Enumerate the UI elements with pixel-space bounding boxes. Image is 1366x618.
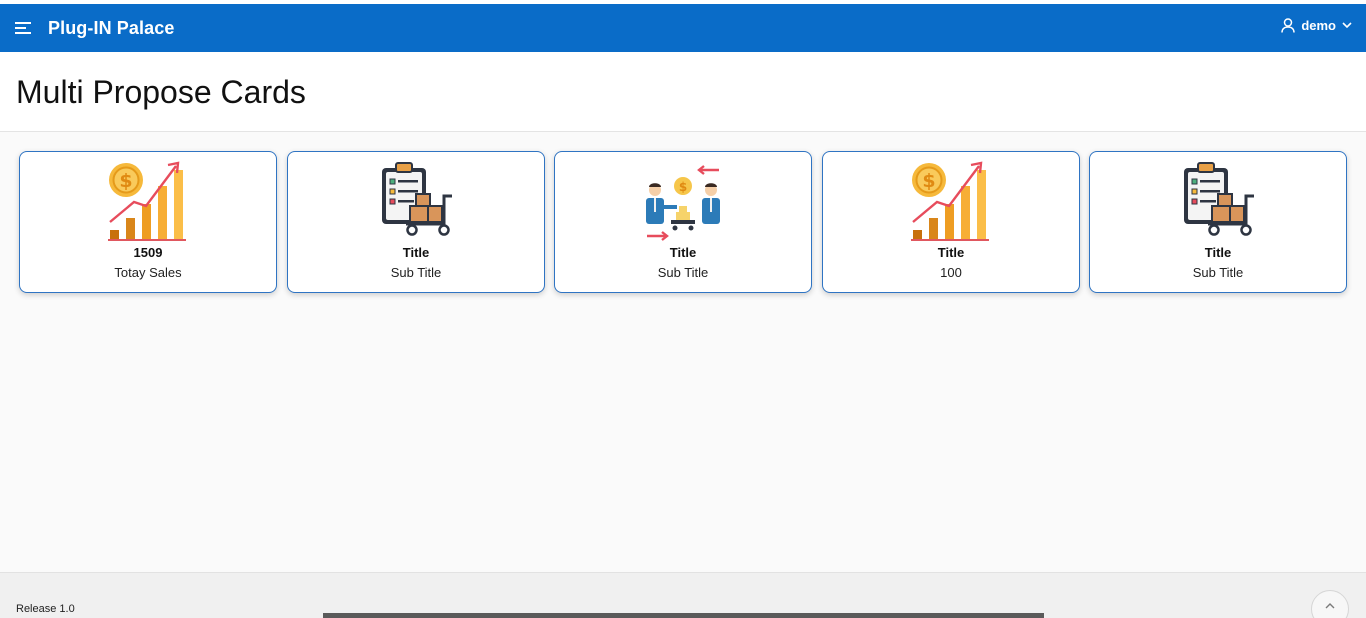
card-title: Title bbox=[669, 245, 697, 260]
card-item[interactable]: $ Title 100 bbox=[822, 151, 1080, 293]
menu-toggle-button[interactable] bbox=[10, 16, 38, 40]
svg-text:$: $ bbox=[119, 170, 132, 192]
sales-growth-chart-icon: $ bbox=[108, 161, 186, 241]
card-title: Title bbox=[402, 245, 430, 260]
card-item[interactable]: Title Sub Title bbox=[1089, 151, 1347, 293]
page-title: Multi Propose Cards bbox=[16, 74, 306, 110]
card-title: Title bbox=[937, 245, 965, 260]
chevron-down-icon bbox=[1342, 22, 1352, 29]
user-name: demo bbox=[1301, 18, 1336, 33]
card-subtitle: 100 bbox=[940, 265, 962, 280]
page-title-bar: Multi Propose Cards bbox=[0, 52, 1366, 132]
page-footer: Release 1.0 bbox=[0, 572, 1366, 618]
scroll-to-top-button[interactable] bbox=[1311, 590, 1349, 618]
hamburger-menu-icon bbox=[15, 22, 31, 34]
release-label: Release 1.0 bbox=[16, 603, 75, 615]
card-title: 1509 bbox=[133, 245, 163, 260]
svg-text:$: $ bbox=[922, 170, 935, 192]
card-item[interactable]: Title Sub Title bbox=[287, 151, 545, 293]
card-item[interactable]: $ Title Sub Title bbox=[554, 151, 812, 293]
chevron-up-icon bbox=[1325, 603, 1335, 609]
clipboard-cart-icon bbox=[1184, 162, 1254, 236]
clipboard-cart-icon bbox=[382, 162, 452, 236]
app-header: Plug-IN Palace demo bbox=[0, 4, 1366, 52]
cards-region: $ 1509 Totay Sales Title Sub Title $ Tit… bbox=[19, 151, 1349, 293]
card-subtitle: Sub Title bbox=[390, 265, 442, 280]
svg-text:$: $ bbox=[679, 180, 687, 194]
sales-growth-chart-icon: $ bbox=[911, 161, 989, 241]
card-subtitle: Sub Title bbox=[1192, 265, 1244, 280]
business-exchange-icon: $ bbox=[646, 165, 720, 241]
card-subtitle: Sub Title bbox=[657, 265, 709, 280]
user-icon bbox=[1281, 18, 1296, 33]
card-item[interactable]: $ 1509 Totay Sales bbox=[19, 151, 277, 293]
user-menu[interactable]: demo bbox=[1281, 18, 1352, 33]
horizontal-scrollbar[interactable] bbox=[323, 613, 1044, 618]
card-title: Title bbox=[1204, 245, 1232, 260]
app-title[interactable]: Plug-IN Palace bbox=[48, 18, 174, 39]
card-subtitle: Totay Sales bbox=[114, 265, 182, 280]
